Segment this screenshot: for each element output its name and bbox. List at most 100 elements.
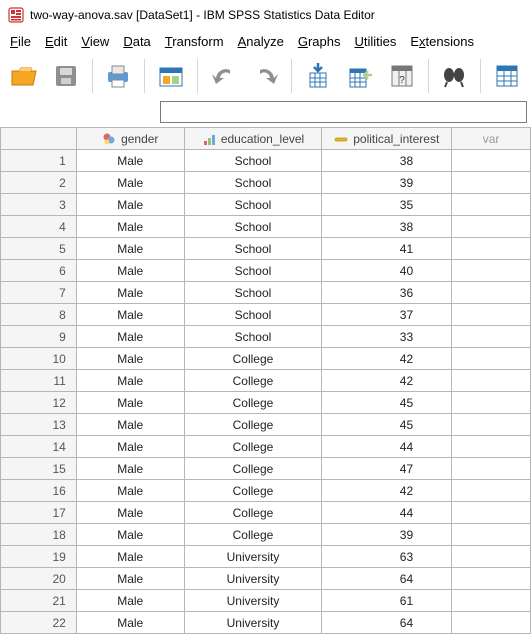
undo-button[interactable] [206,57,242,95]
cell-education-level[interactable]: College [185,480,323,502]
row-number[interactable]: 6 [1,260,77,282]
menu-file[interactable]: File [10,34,31,49]
row-number[interactable]: 10 [1,348,77,370]
cell-empty[interactable] [452,150,531,172]
cell-education-level[interactable]: College [185,348,323,370]
cell-education-level[interactable]: School [185,260,323,282]
cell-gender[interactable]: Male [77,348,185,370]
menu-view[interactable]: View [81,34,109,49]
cell-gender[interactable]: Male [77,216,185,238]
row-number[interactable]: 18 [1,524,77,546]
cell-political-interest[interactable]: 38 [322,216,452,238]
row-number[interactable]: 15 [1,458,77,480]
cell-education-level[interactable]: University [185,590,323,612]
cell-empty[interactable] [452,216,531,238]
cell-political-interest[interactable]: 45 [322,414,452,436]
cell-empty[interactable] [452,172,531,194]
redo-button[interactable] [248,57,284,95]
cell-empty[interactable] [452,304,531,326]
cell-gender[interactable]: Male [77,282,185,304]
cell-education-level[interactable]: College [185,458,323,480]
menu-transform[interactable]: Transform [165,34,224,49]
cell-gender[interactable]: Male [77,194,185,216]
cell-political-interest[interactable]: 38 [322,150,452,172]
cell-political-interest[interactable]: 63 [322,546,452,568]
cell-political-interest[interactable]: 36 [322,282,452,304]
cell-education-level[interactable]: School [185,216,323,238]
column-header-gender[interactable]: gender [77,128,185,150]
save-button[interactable] [48,57,84,95]
cell-education-level[interactable]: University [185,546,323,568]
cell-empty[interactable] [452,370,531,392]
cell-empty[interactable] [452,348,531,370]
cell-political-interest[interactable]: 37 [322,304,452,326]
cell-political-interest[interactable]: 42 [322,348,452,370]
cell-education-level[interactable]: University [185,568,323,590]
cell-political-interest[interactable]: 44 [322,502,452,524]
print-button[interactable] [100,57,136,95]
cell-gender[interactable]: Male [77,238,185,260]
goto-variable-button[interactable] [342,57,378,95]
cell-empty[interactable] [452,568,531,590]
cell-gender[interactable]: Male [77,414,185,436]
row-number[interactable]: 1 [1,150,77,172]
cell-education-level[interactable]: College [185,502,323,524]
row-number[interactable]: 13 [1,414,77,436]
cell-gender[interactable]: Male [77,392,185,414]
row-number[interactable]: 12 [1,392,77,414]
row-number[interactable]: 22 [1,612,77,634]
cell-education-level[interactable]: School [185,282,323,304]
goto-case-button[interactable] [300,57,336,95]
cell-empty[interactable] [452,480,531,502]
cell-education-level[interactable]: College [185,392,323,414]
row-number[interactable]: 17 [1,502,77,524]
cell-empty[interactable] [452,502,531,524]
menu-extensions[interactable]: Extensions [410,34,474,49]
cell-political-interest[interactable]: 35 [322,194,452,216]
row-number[interactable]: 5 [1,238,77,260]
cell-empty[interactable] [452,436,531,458]
cell-political-interest[interactable]: 44 [322,436,452,458]
cell-gender[interactable]: Male [77,502,185,524]
cell-empty[interactable] [452,458,531,480]
cell-gender[interactable]: Male [77,172,185,194]
more-toolbar-button[interactable] [489,57,525,95]
cell-education-level[interactable]: School [185,304,323,326]
cell-education-level[interactable]: School [185,326,323,348]
cell-empty[interactable] [452,194,531,216]
cell-political-interest[interactable]: 64 [322,612,452,634]
row-number[interactable]: 14 [1,436,77,458]
row-number[interactable]: 2 [1,172,77,194]
cell-education-level[interactable]: College [185,436,323,458]
corner-cell[interactable] [1,128,77,150]
cell-empty[interactable] [452,524,531,546]
cell-education-level[interactable]: College [185,524,323,546]
cell-political-interest[interactable]: 42 [322,480,452,502]
cell-political-interest[interactable]: 33 [322,326,452,348]
variables-button[interactable]: ? [384,57,420,95]
find-button[interactable] [437,57,473,95]
cell-political-interest[interactable]: 47 [322,458,452,480]
cell-political-interest[interactable]: 42 [322,370,452,392]
column-header-education-level[interactable]: education_level [185,128,323,150]
cell-education-level[interactable]: College [185,414,323,436]
cell-gender[interactable]: Male [77,546,185,568]
cell-gender[interactable]: Male [77,568,185,590]
cell-gender[interactable]: Male [77,524,185,546]
open-file-button[interactable] [6,57,42,95]
recall-dialog-button[interactable] [153,57,189,95]
cell-political-interest[interactable]: 39 [322,524,452,546]
cell-gender[interactable]: Male [77,612,185,634]
cell-empty[interactable] [452,326,531,348]
cell-education-level[interactable]: School [185,238,323,260]
cell-education-level[interactable]: University [185,612,323,634]
cell-political-interest[interactable]: 41 [322,238,452,260]
cell-empty[interactable] [452,414,531,436]
menu-analyze[interactable]: Analyze [238,34,284,49]
cell-gender[interactable]: Male [77,304,185,326]
cell-empty[interactable] [452,238,531,260]
cell-education-level[interactable]: College [185,370,323,392]
row-number[interactable]: 8 [1,304,77,326]
cell-political-interest[interactable]: 61 [322,590,452,612]
cell-gender[interactable]: Male [77,480,185,502]
